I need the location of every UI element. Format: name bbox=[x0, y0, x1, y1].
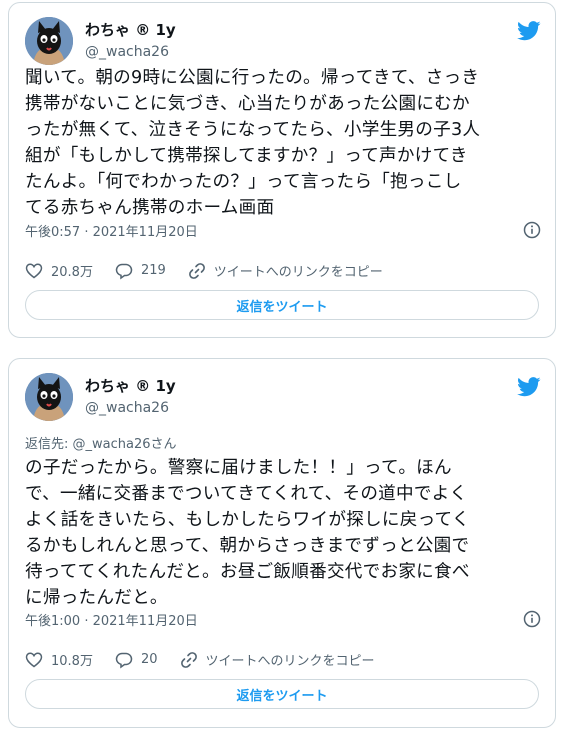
copy-link-label: ツイートへのリンクをコピー bbox=[213, 265, 383, 280]
like-count: 20.8万 bbox=[51, 265, 93, 280]
user-handle[interactable]: @_wacha26 bbox=[85, 399, 176, 417]
copy-link-button[interactable]: ツイートへのリンクをコピー bbox=[180, 650, 375, 669]
twitter-bird-icon[interactable] bbox=[517, 377, 541, 397]
comment-icon bbox=[115, 652, 133, 668]
tweet-actions: 20.8万 219 ツイートへのリンクをコピー bbox=[25, 261, 539, 280]
tweet-card: わちゃ ® 1y @_wacha26 返信先: @_wacha26さん の子だっ… bbox=[8, 358, 556, 728]
link-icon bbox=[188, 262, 205, 279]
like-button[interactable]: 10.8万 bbox=[25, 650, 93, 669]
tweet-text: の子だったから。警察に届けました！！」って。ほん で、一緒に交番までついてきてく… bbox=[25, 458, 470, 608]
tweet-text: 聞いて。朝の9時に公園に行ったの。帰ってきて、さっき 携帯がないことに気づき、心… bbox=[25, 68, 481, 218]
reply-count-button[interactable]: 219 bbox=[115, 262, 166, 280]
heart-icon bbox=[25, 263, 43, 278]
copy-link-label: ツイートへのリンクをコピー bbox=[205, 654, 375, 669]
tweet-timestamp[interactable]: 午後1:00 · 2021年11月20日 bbox=[25, 610, 198, 629]
cat-avatar-icon bbox=[25, 373, 73, 421]
reply-to-label[interactable]: 返信先: @_wacha26さん bbox=[25, 433, 177, 452]
avatar[interactable] bbox=[25, 373, 73, 421]
comment-icon bbox=[115, 263, 133, 279]
display-name[interactable]: わちゃ ® 1y bbox=[85, 21, 176, 39]
copy-link-button[interactable]: ツイートへのリンクをコピー bbox=[188, 261, 383, 280]
reply-tweet-button[interactable]: 返信をツイート bbox=[25, 679, 539, 709]
info-icon[interactable] bbox=[523, 610, 541, 628]
tweet-timestamp[interactable]: 午後0:57 · 2021年11月20日 bbox=[25, 221, 198, 240]
user-handle[interactable]: @_wacha26 bbox=[85, 43, 176, 61]
heart-icon bbox=[25, 652, 43, 667]
cat-avatar-icon bbox=[25, 17, 73, 65]
twitter-bird-icon[interactable] bbox=[517, 21, 541, 41]
like-count: 10.8万 bbox=[51, 654, 93, 669]
display-name[interactable]: わちゃ ® 1y bbox=[85, 377, 176, 395]
reply-count-button[interactable]: 20 bbox=[115, 651, 158, 669]
reply-count: 20 bbox=[140, 652, 158, 667]
link-icon bbox=[180, 651, 197, 668]
tweet-actions: 10.8万 20 ツイートへのリンクをコピー bbox=[25, 650, 539, 669]
info-icon[interactable] bbox=[523, 221, 541, 239]
like-button[interactable]: 20.8万 bbox=[25, 261, 93, 280]
reply-tweet-button[interactable]: 返信をツイート bbox=[25, 290, 539, 320]
avatar[interactable] bbox=[25, 17, 73, 65]
tweet-card: わちゃ ® 1y @_wacha26 聞いて。朝の9時に公園に行ったの。帰ってき… bbox=[8, 2, 556, 338]
reply-count: 219 bbox=[140, 263, 166, 278]
